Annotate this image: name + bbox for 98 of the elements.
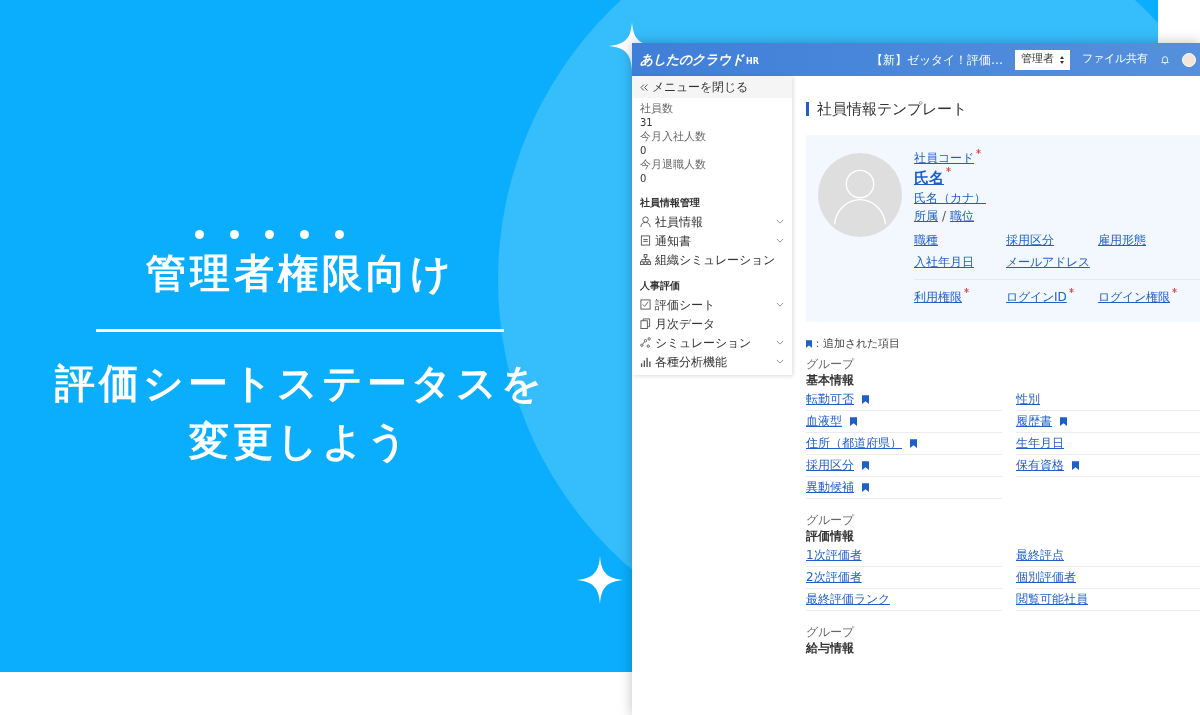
bookmark-icon: [862, 460, 869, 470]
field-link[interactable]: 1次評価者: [806, 546, 862, 564]
chevron-down-icon: [776, 219, 784, 224]
role-select[interactable]: 管理者: [1015, 49, 1070, 70]
stat-value: 31: [640, 116, 654, 130]
section-title: 社員情報管理: [639, 196, 701, 210]
stat-label: 今月退職人数: [640, 158, 707, 172]
copy-icon: [640, 318, 651, 329]
check-icon: [640, 299, 651, 310]
bookmark-icon: [850, 416, 857, 426]
field-link[interactable]: 血液型: [806, 412, 842, 430]
page-title: 社員情報テンプレート: [817, 99, 967, 120]
profile-field-link[interactable]: 利用権限: [914, 290, 962, 304]
profile-field-link[interactable]: 雇用形態: [1098, 233, 1146, 247]
chevron-down-icon: [776, 238, 784, 243]
bookmark-icon: [862, 394, 869, 404]
asterisk-icon: [964, 288, 969, 293]
field-link[interactable]: 異動候補: [806, 478, 854, 496]
bookmark-icon: [1060, 416, 1067, 426]
group-caption: グループ: [806, 512, 856, 527]
nav-label: 組織シミュレーション: [655, 251, 775, 269]
position-link[interactable]: 職位: [950, 207, 975, 225]
document-icon: [640, 235, 651, 246]
app-logo: あしたのクラウド: [640, 50, 744, 69]
stat-label: 今月入社人数: [640, 130, 707, 144]
headline: 管理者権限向け: [145, 249, 455, 298]
nav-item[interactable]: 組織シミュレーション: [632, 250, 792, 269]
name-link[interactable]: 氏名: [914, 168, 944, 187]
bars-icon: [640, 356, 651, 367]
nav-label: 月次データ: [655, 315, 715, 333]
asterisk-icon: [946, 166, 951, 172]
profile-field-link[interactable]: 氏名（カナ）: [914, 191, 986, 205]
nav-label: 通知書: [655, 232, 691, 250]
profile-field-link[interactable]: ログインID: [1006, 290, 1067, 304]
field-link[interactable]: 最終評価ランク: [806, 590, 890, 608]
org-icon: [640, 254, 651, 265]
group-caption: グループ: [806, 356, 856, 371]
legend-text: ：追加された項目: [812, 336, 900, 352]
logo-suffix: HR: [746, 55, 759, 68]
group-title: 評価情報: [806, 527, 855, 545]
file-share-link[interactable]: ファイル共有: [1082, 51, 1148, 68]
bookmark-icon: [1072, 460, 1079, 470]
field-link[interactable]: 保有資格: [1016, 456, 1064, 474]
field-link[interactable]: 最終評点: [1016, 546, 1064, 564]
nav-item[interactable]: 各種分析機能: [632, 352, 792, 371]
asterisk-icon: [1068, 288, 1074, 293]
field-link[interactable]: 採用区分: [806, 456, 854, 474]
bookmark-icon: [862, 482, 869, 492]
user-avatar[interactable]: [1182, 52, 1196, 67]
group-caption: グループ: [806, 624, 856, 639]
field-link[interactable]: 生年月日: [1016, 434, 1064, 452]
close-menu-button[interactable]: メニューを閉じる: [632, 76, 792, 98]
avatar-placeholder-icon: [818, 152, 902, 237]
scatter-icon: [640, 337, 651, 348]
profile-field-link[interactable]: ログイン権限: [1098, 290, 1170, 304]
bell-icon[interactable]: [1160, 54, 1170, 65]
subtitle-line: 評価シートステータスを: [54, 359, 546, 408]
nav-item[interactable]: 評価シート: [632, 295, 792, 314]
nav-label: 評価シート: [655, 296, 715, 314]
field-link[interactable]: 住所（都道府県）: [806, 434, 902, 452]
stat-label: 社員数: [640, 102, 674, 116]
nav-item[interactable]: シミュレーション: [632, 333, 792, 352]
subtitle-line: 変更しよう: [188, 417, 412, 466]
nav-item[interactable]: 月次データ: [632, 314, 792, 333]
profile-field-link[interactable]: 社員コード: [914, 150, 974, 165]
profile-field-link[interactable]: 採用区分: [1006, 233, 1054, 247]
group-title: 給与情報: [806, 639, 855, 657]
field-link[interactable]: 2次評価者: [806, 568, 862, 586]
profile-field-link[interactable]: 職種: [914, 233, 938, 247]
field-link[interactable]: 転勤可否: [806, 390, 854, 408]
chevron-down-icon: [776, 359, 784, 364]
stat-value: 0: [640, 144, 648, 158]
group-title: 基本情報: [806, 371, 855, 389]
chevron-down-icon: [776, 340, 784, 345]
up-down-arrows-icon: [1060, 55, 1064, 64]
asterisk-icon: [1172, 288, 1177, 293]
profile-field-link[interactable]: 入社年月日: [914, 255, 974, 269]
chevron-down-icon: [776, 302, 784, 307]
field-link[interactable]: 個別評価者: [1016, 568, 1076, 586]
bookmark-icon: [806, 340, 812, 349]
nav-label: シミュレーション: [655, 334, 751, 352]
profile-field-link[interactable]: メールアドレス: [1006, 255, 1090, 269]
nav-label: 社員情報: [655, 213, 703, 231]
field-link[interactable]: 性別: [1016, 390, 1040, 408]
nav-item[interactable]: 社員情報: [632, 212, 792, 231]
notice-link[interactable]: 【新】ゼッタイ！評価…: [871, 50, 1003, 69]
asterisk-icon: [976, 148, 981, 154]
affiliation-link[interactable]: 所属: [914, 207, 938, 225]
field-link[interactable]: 履歴書: [1016, 412, 1052, 430]
separator-text: /: [942, 208, 947, 225]
nav-label: 各種分析機能: [655, 353, 727, 371]
bookmark-icon: [910, 438, 917, 448]
field-link[interactable]: 閲覧可能社員: [1016, 590, 1088, 608]
person-icon: [640, 216, 651, 227]
double-chevron-left-icon: [640, 83, 648, 91]
stat-value: 0: [640, 172, 648, 186]
nav-item[interactable]: 通知書: [632, 231, 792, 250]
section-title: 人事評価: [639, 279, 681, 293]
